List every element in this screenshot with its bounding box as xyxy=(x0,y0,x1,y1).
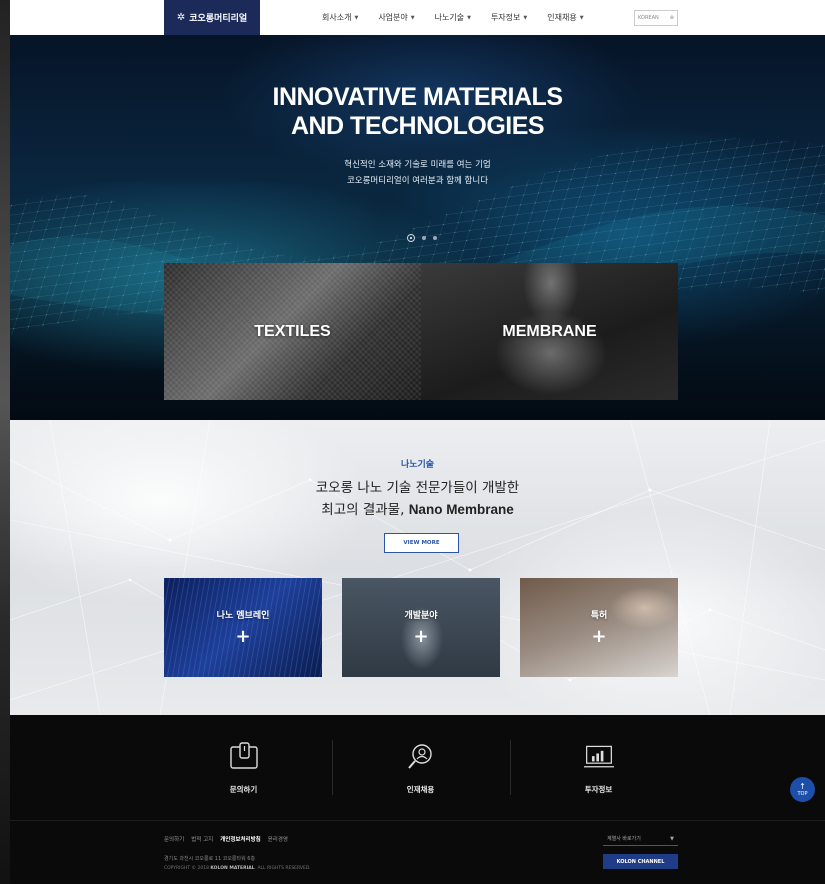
family-site-select[interactable]: 계열사 바로가기 ▼ xyxy=(603,832,678,846)
plus-icon: + xyxy=(413,626,429,647)
slide-pagination xyxy=(407,234,437,242)
quick-link-label: 인재채용 xyxy=(406,785,435,794)
caret-down-icon: ▼ xyxy=(467,14,471,21)
header: ✲ 코오롱머티리얼 회사소개 ▼ 사업분야 ▼ 나노기술 ▼ 투자정보 ▼ 인재채용 ▼ … xyxy=(10,0,825,35)
globe-icon: ⊕ xyxy=(669,15,674,21)
nano-kicker: 나노기술 xyxy=(400,460,435,470)
hero-sub-line1: 혁신적인 소재와 기술로 미래를 여는 기업 xyxy=(344,160,491,170)
hero-banner: INNOVATIVE MATERIALS AND TECHNOLOGIES 혁신… xyxy=(10,35,825,420)
membrane-card[interactable]: MEMBRANE xyxy=(421,263,678,400)
caret-down-icon: ▼ xyxy=(354,14,359,21)
textiles-card[interactable]: TEXTILES xyxy=(164,263,421,400)
footer: 문의하기 법적 고지 개인정보처리방침 윤리경영 경기도 과천시 코오롱로 11… xyxy=(10,820,825,884)
footer-copyright: COPYRIGHT © 2018 KOLON MATERIAL. ALL RIG… xyxy=(164,866,311,871)
nano-card-label: 나노 멤브레인 xyxy=(216,611,270,621)
nano-headline-line1: 코오롱 나노 기술 전문가들이 개발한 xyxy=(315,480,520,496)
nano-card-label: 개발분야 xyxy=(404,611,438,621)
footer-link-legal[interactable]: 법적 고지 xyxy=(191,835,213,843)
scroll-top-label: TOP xyxy=(797,790,808,797)
membrane-card-label: MEMBRANE xyxy=(502,322,597,340)
left-edge-backdrop xyxy=(0,0,10,884)
investment-icon xyxy=(583,745,614,768)
nav-item-ir[interactable]: 투자정보 ▼ xyxy=(491,12,527,23)
caret-down-icon: ▼ xyxy=(670,835,674,842)
nav-label: 투자정보 xyxy=(490,13,521,22)
hero-title-line1: INNOVATIVE MATERIALS xyxy=(272,83,564,111)
slide-dot-1[interactable] xyxy=(407,234,415,242)
plus-icon: + xyxy=(235,626,251,647)
hero-title-line2: AND TECHNOLOGIES xyxy=(290,112,545,140)
nano-card-label: 특허 xyxy=(590,611,608,621)
copyright-prefix: COPYRIGHT © 2018 xyxy=(164,866,211,871)
copyright-suffix: . ALL RIGHTS RESERVED. xyxy=(254,866,311,871)
logo[interactable]: ✲ 코오롱머티리얼 xyxy=(164,0,260,35)
hero-subtitle: 혁신적인 소재와 기술로 미래를 여는 기업 코오롱머티리얼이 여러분과 함께 … xyxy=(10,157,825,189)
nav-label: 나노기술 xyxy=(434,13,465,22)
arrow-up-icon: ↑ xyxy=(799,781,806,791)
logo-mark-icon: ✲ xyxy=(176,12,186,23)
nano-headline-prefix: 최고의 결과물, xyxy=(321,502,409,518)
quick-links: 문의하기 인재채용 투자정보 xyxy=(10,715,825,820)
development-card[interactable]: 개발분야 + xyxy=(342,578,500,677)
hero-title: INNOVATIVE MATERIALS AND TECHNOLOGIES xyxy=(10,83,825,141)
view-more-button[interactable]: VIEW MORE xyxy=(384,533,459,553)
inquiry-icon xyxy=(229,742,258,769)
caret-down-icon: ▼ xyxy=(523,14,528,21)
nav-label: 인재채용 xyxy=(547,13,577,22)
textiles-card-label: TEXTILES xyxy=(254,322,331,340)
kolon-channel-button[interactable]: KOLON CHANNEL xyxy=(603,854,678,869)
language-select[interactable]: KOREAN ⊕ xyxy=(634,10,678,26)
footer-link-privacy[interactable]: 개인정보처리방침 xyxy=(220,835,260,843)
footer-link-ethics[interactable]: 윤리경영 xyxy=(268,835,288,843)
quick-link-recruit[interactable]: 인재채용 xyxy=(332,742,509,795)
nano-membrane-card[interactable]: 나노 멤브레인 + xyxy=(164,578,322,677)
nav-item-nanotech[interactable]: 나노기술 ▼ xyxy=(435,12,471,23)
slide-dot-2[interactable] xyxy=(422,236,426,240)
nav-label: 사업분야 xyxy=(378,13,408,22)
main-nav: 회사소개 ▼ 사업분야 ▼ 나노기술 ▼ 투자정보 ▼ 인재채용 ▼ xyxy=(322,0,604,35)
patent-card[interactable]: 특허 + xyxy=(520,578,678,677)
recruit-icon xyxy=(407,744,432,769)
nav-item-company[interactable]: 회사소개 ▼ xyxy=(322,12,358,23)
slide-dot-3[interactable] xyxy=(433,236,437,240)
caret-down-icon: ▼ xyxy=(579,14,584,21)
nano-headline-line2: 최고의 결과물, Nano Membrane xyxy=(10,499,825,521)
footer-links: 문의하기 법적 고지 개인정보처리방침 윤리경영 xyxy=(164,835,288,843)
footer-address: 경기도 과천시 코오롱로 11 코오롱타워 6층 xyxy=(164,856,256,862)
language-value: KOREAN xyxy=(638,15,659,21)
copyright-brand: KOLON MATERIAL xyxy=(210,866,255,871)
nav-item-business[interactable]: 사업분야 ▼ xyxy=(378,12,414,23)
nano-headline-bold: Nano Membrane xyxy=(408,502,514,517)
quick-link-label: 투자정보 xyxy=(584,785,613,794)
quick-link-investment[interactable]: 투자정보 xyxy=(510,742,687,795)
nav-item-careers[interactable]: 인재채용 ▼ xyxy=(547,12,583,23)
nano-section: 나노기술 코오롱 나노 기술 전문가들이 개발한 최고의 결과물, Nano M… xyxy=(10,420,825,715)
logo-text: 코오롱머티리얼 xyxy=(189,14,248,24)
plus-icon: + xyxy=(591,626,607,647)
page: ✲ 코오롱머티리얼 회사소개 ▼ 사업분야 ▼ 나노기술 ▼ 투자정보 ▼ 인재채용 ▼ … xyxy=(10,0,825,884)
family-site-label: 계열사 바로가기 xyxy=(607,836,641,842)
quick-link-label: 문의하기 xyxy=(229,785,258,794)
scroll-top-button[interactable]: ↑ TOP xyxy=(790,777,815,802)
nav-label: 회사소개 xyxy=(322,13,352,22)
nano-headline: 코오롱 나노 기술 전문가들이 개발한 최고의 결과물, Nano Membra… xyxy=(10,478,825,521)
caret-down-icon: ▼ xyxy=(410,14,415,21)
footer-link-inquiry[interactable]: 문의하기 xyxy=(164,835,184,843)
hero-sub-line2: 코오롱머티리얼이 여러분과 함께 합니다 xyxy=(346,176,489,186)
quick-link-inquiry[interactable]: 문의하기 xyxy=(155,742,332,795)
